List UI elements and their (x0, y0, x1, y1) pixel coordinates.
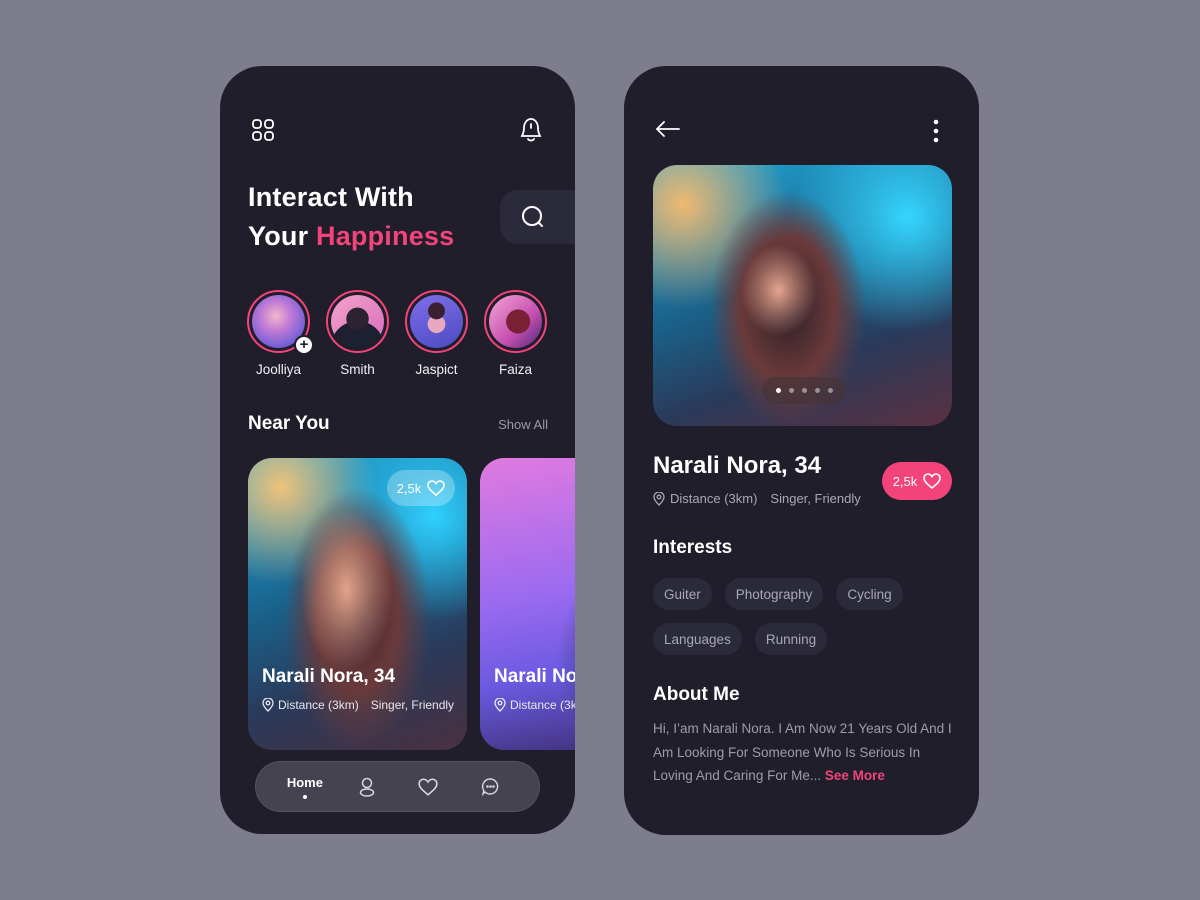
home-screen: Interact With Your Happiness + Joolliya … (220, 66, 575, 834)
profile-card[interactable]: Narali Nora, 34 Distance (3km) (480, 458, 575, 750)
heart-icon (418, 777, 439, 796)
distance: Distance (3km) (670, 491, 758, 506)
headline-plain: Your (248, 221, 316, 251)
profile-screen: Narali Nora, 34 Distance (3km) Singer, F… (624, 66, 979, 835)
active-indicator (302, 794, 307, 799)
interests-list: Guiter Photography Cycling Languages Run… (653, 578, 943, 655)
story-name: Smith (340, 362, 375, 377)
back-arrow-icon[interactable] (655, 120, 681, 138)
card-meta: Distance (3km) (494, 698, 575, 712)
pager-dot[interactable] (775, 388, 781, 393)
section-title: Near You (248, 413, 330, 434)
card-name: Narali Nora, 34 (262, 666, 396, 687)
about-text: Hi, I’am Narali Nora. I Am Now 21 Years … (653, 717, 963, 788)
location-pin-icon (494, 698, 506, 712)
likes-count: 2,5k (396, 480, 422, 496)
distance: Distance (3km) (278, 698, 359, 712)
card-name: Narali Nora, 34 (494, 666, 575, 687)
headline-line-2: Your Happiness (248, 217, 454, 256)
about-title: About Me (653, 684, 740, 705)
more-vertical-icon[interactable] (932, 118, 940, 144)
location-pin-icon (262, 698, 274, 712)
headline-accent: Happiness (316, 221, 455, 251)
story-name: Jaspict (415, 362, 458, 377)
about-body: Hi, I’am Narali Nora. I Am Now 21 Years … (653, 721, 952, 783)
avatar (326, 290, 389, 353)
distance: Distance (3km) (510, 698, 575, 712)
avatar: + (247, 290, 314, 355)
show-all-link[interactable]: Show All (498, 417, 548, 432)
near-you-header: Near You Show All (248, 413, 548, 435)
profile-photo[interactable] (653, 165, 952, 426)
profile-meta: Distance (3km) Singer, Friendly (653, 491, 861, 506)
nav-home-label: Home (286, 774, 323, 790)
location-pin-icon (653, 491, 665, 506)
story-item[interactable]: Smith (326, 290, 389, 377)
search-button[interactable] (500, 190, 575, 244)
profile-name: Narali Nora, 34 (653, 452, 822, 479)
pager-dot[interactable] (801, 388, 807, 393)
nav-messages[interactable] (465, 777, 515, 796)
tags: Singer, Friendly (770, 491, 861, 506)
story-name: Faiza (498, 362, 532, 377)
heart-icon (923, 473, 942, 489)
heart-icon (427, 480, 446, 496)
pager-dot[interactable] (827, 388, 833, 393)
stories-row: + Joolliya Smith Jaspict Faiza (247, 290, 547, 377)
bell-icon[interactable] (518, 116, 544, 144)
story-name: Joolliya (255, 362, 302, 377)
interest-chip[interactable]: Photography (724, 578, 824, 610)
headline-line-1: Interact With (248, 182, 414, 212)
interest-chip[interactable]: Languages (653, 623, 742, 655)
interest-chip[interactable]: Cycling (836, 578, 903, 610)
chat-icon (481, 777, 500, 796)
profile-card[interactable]: 2,5k Narali Nora, 34 Distance (3km) Sing… (248, 458, 467, 750)
avatar (405, 290, 468, 353)
likes-badge[interactable]: 2,5k (387, 470, 455, 506)
see-more-link[interactable]: See More (825, 768, 885, 783)
story-item[interactable]: Jaspict (405, 290, 468, 377)
profile-icon (359, 777, 375, 797)
interest-chip[interactable]: Running (754, 623, 828, 655)
likes-count: 2,5k (892, 473, 918, 489)
interest-chip[interactable]: Guiter (653, 578, 712, 610)
search-icon (520, 204, 546, 230)
headline: Interact With Your Happiness (248, 178, 454, 256)
story-item[interactable]: + Joolliya (247, 290, 314, 377)
grid-icon[interactable] (252, 119, 274, 141)
tags: Singer, Friendly (370, 698, 455, 712)
nav-profile[interactable] (342, 777, 392, 797)
card-meta: Distance (3km) Singer, Friendly (262, 698, 454, 712)
nav-home[interactable]: Home (280, 775, 330, 799)
interests-title: Interests (653, 537, 733, 558)
nav-favorites[interactable] (403, 777, 453, 796)
avatar (484, 290, 547, 353)
like-button[interactable]: 2,5k (882, 462, 952, 500)
bottom-nav: Home (255, 761, 540, 812)
pager-dot[interactable] (788, 388, 794, 393)
pager-dot[interactable] (814, 388, 820, 393)
add-story-icon[interactable]: + (294, 335, 314, 355)
photo-pager (762, 377, 846, 404)
story-item[interactable]: Faiza (484, 290, 547, 377)
